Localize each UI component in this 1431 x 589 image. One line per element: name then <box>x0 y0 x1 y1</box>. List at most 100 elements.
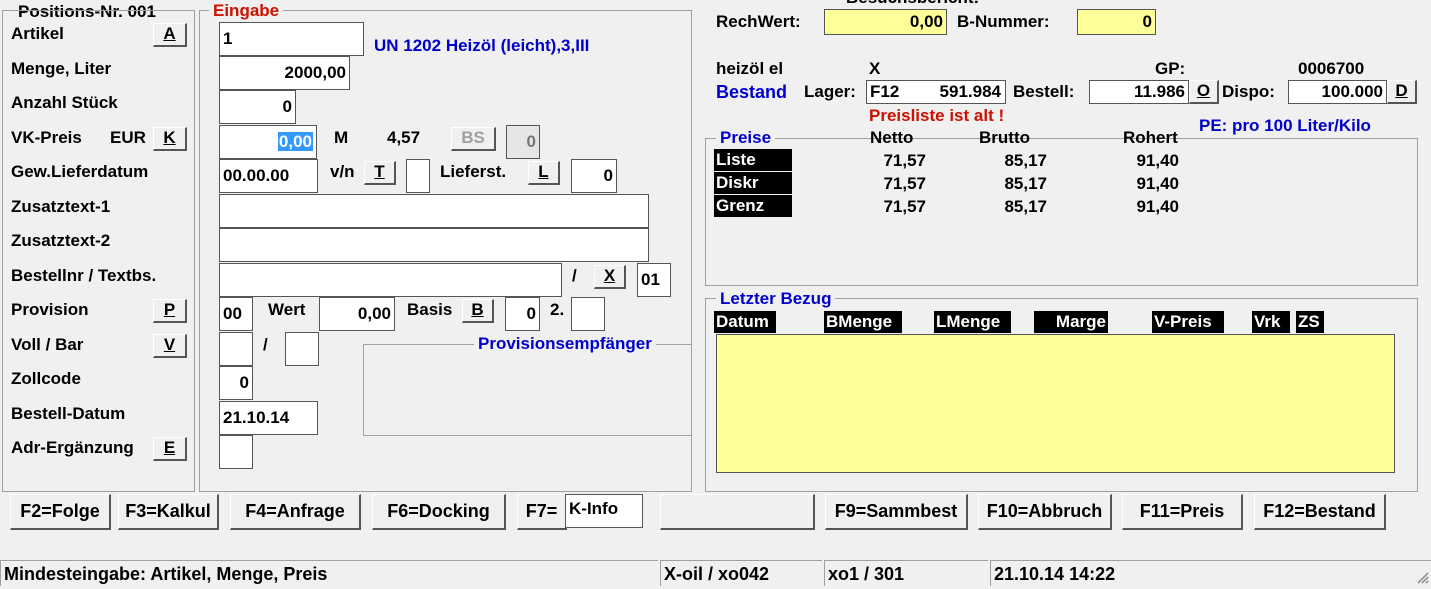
zusatztext-2-input[interactable] <box>219 228 649 262</box>
gp-label: GP: <box>1155 59 1186 78</box>
status-hint: Mindesteingabe: Artikel, Menge, Preis <box>0 560 658 586</box>
provision-input[interactable]: 00 <box>219 297 253 331</box>
f7-button[interactable]: F7= <box>517 494 567 530</box>
bnummer-input[interactable]: 0 <box>1077 9 1156 35</box>
basis-label: Basis <box>407 300 453 319</box>
blank-function-button[interactable] <box>660 494 815 530</box>
provisionsempfaenger-frame <box>363 344 692 436</box>
preise-grenz-netto: 71,57 <box>883 197 926 216</box>
artikel-lookup-button[interactable]: A <box>153 23 187 47</box>
preise-diskr-rohert: 91,40 <box>1136 174 1179 193</box>
bezug-col-vpreis: V-Preis <box>1152 311 1224 333</box>
bezug-col-lmenge: LMenge <box>934 311 1011 333</box>
artikel-input[interactable]: 1 <box>219 22 364 56</box>
m-label: M <box>334 128 349 147</box>
label-zusatztext-2: Zusatztext-2 <box>11 231 111 250</box>
zusatztext-1-input[interactable] <box>219 194 649 228</box>
bestell-label: Bestell: <box>1013 82 1075 101</box>
x-button[interactable]: X <box>594 265 626 289</box>
zollcode-input[interactable]: 0 <box>219 366 253 400</box>
bestelldatum-input[interactable]: 21.10.14 <box>219 401 318 435</box>
vkpreis-calc-button[interactable]: K <box>153 127 187 151</box>
bestellnr-suffix-input[interactable]: 01 <box>637 263 671 297</box>
label-bestellnr: Bestellnr / Textbs. <box>11 266 157 285</box>
provision-button[interactable]: P <box>153 299 187 323</box>
preise-row-liste: Liste <box>714 149 792 171</box>
f11-preis-button[interactable]: F11=Preis <box>1122 494 1243 530</box>
product-name: heizöl el <box>716 59 784 78</box>
bs-input[interactable]: 0 <box>506 125 540 159</box>
label-artikel: Artikel <box>11 24 64 43</box>
f2-folge-button[interactable]: F2=Folge <box>10 494 111 530</box>
label-bestelldatum: Bestell-Datum <box>11 404 126 423</box>
vollbar-input-1[interactable] <box>219 332 253 366</box>
o-button[interactable]: O <box>1189 80 1219 104</box>
vollbar-button[interactable]: V <box>153 334 187 358</box>
bezug-col-zs: ZS <box>1296 311 1324 333</box>
letzter-bezug-title: Letzter Bezug <box>716 289 836 309</box>
product-x-mark: X <box>869 59 881 78</box>
vollbar-slash: / <box>263 335 268 354</box>
f6-docking-button[interactable]: F6=Docking <box>372 494 506 530</box>
status-system: X-oil / xo042 <box>660 560 822 586</box>
provisionsempfaenger-title: Provisionsempfänger <box>474 334 656 354</box>
preise-header-brutto: Brutto <box>979 128 1030 147</box>
resize-grip-icon[interactable] <box>1413 568 1429 584</box>
f9-sammbest-button[interactable]: F9=Sammbest <box>825 494 968 530</box>
basis-button[interactable]: B <box>462 299 494 323</box>
rechwert-input[interactable]: 0,00 <box>824 9 947 35</box>
letzter-bezug-list[interactable] <box>716 334 1395 473</box>
lieferst-label: Lieferst. <box>440 162 507 181</box>
l-button[interactable]: L <box>528 161 560 185</box>
label-vkpreis: VK-Preis <box>11 128 82 147</box>
lager-value: 591.984 <box>939 82 1001 101</box>
preise-title: Preise <box>716 128 776 148</box>
f7-kinfo-field[interactable]: K-Info <box>565 494 643 528</box>
vkpreis-input[interactable]: 0,00 <box>219 125 317 159</box>
preisliste-alt-warning: Preisliste ist alt ! <box>869 106 1005 125</box>
wert-input[interactable]: 0,00 <box>319 297 395 331</box>
f12-bestand-button[interactable]: F12=Bestand <box>1254 494 1386 530</box>
f4-anfrage-button[interactable]: F4=Anfrage <box>230 494 361 530</box>
gp-value: 0006700 <box>1298 59 1365 78</box>
vollbar-input-2[interactable] <box>285 332 319 366</box>
label-zollcode: Zollcode <box>11 369 81 388</box>
vkpreis-selected-value: 0,00 <box>277 132 313 151</box>
label-adrergaenzung: Adr-Ergänzung <box>11 438 134 457</box>
bestellnr-input[interactable] <box>219 263 562 297</box>
label-zusatztext-1: Zusatztext-1 <box>11 197 111 216</box>
artikel-description: UN 1202 Heizöl (leicht),3,III <box>374 36 590 55</box>
preise-row-diskr: Diskr <box>714 172 792 194</box>
preise-grenz-rohert: 91,40 <box>1136 197 1179 216</box>
label-menge: Menge, Liter <box>11 59 112 78</box>
adrergaenzung-input[interactable] <box>219 435 253 469</box>
bezug-col-datum: Datum <box>714 311 776 333</box>
anzahl-input[interactable]: 0 <box>219 90 296 124</box>
status-datetime: 21.10.14 14:22 <box>990 560 1431 586</box>
d-button[interactable]: D <box>1387 80 1417 104</box>
two-input[interactable] <box>571 297 605 331</box>
bezug-col-bmenge: BMenge <box>824 311 902 333</box>
label-provision: Provision <box>11 300 89 319</box>
lieferdatum-input[interactable]: 00.00.00 <box>219 159 318 193</box>
preise-liste-rohert: 91,40 <box>1136 151 1179 170</box>
preise-header-rohert: Rohert <box>1123 128 1178 147</box>
preise-grenz-brutto: 85,17 <box>1004 197 1047 216</box>
label-currency: EUR <box>110 128 146 147</box>
f3-kalkul-button[interactable]: F3=Kalkul <box>118 494 219 530</box>
adr-ergaenzung-button[interactable]: E <box>153 437 187 461</box>
label-anzahl: Anzahl Stück <box>11 93 118 112</box>
bestell-value: 11.986 <box>1089 80 1189 104</box>
basis-input[interactable]: 0 <box>505 297 540 331</box>
f10-abbruch-button[interactable]: F10=Abbruch <box>978 494 1112 530</box>
lager-field: F12 591.984 <box>866 80 1006 104</box>
pe-label: PE: pro 100 Liter/Kilo <box>1199 116 1371 135</box>
bs-button[interactable]: BS <box>451 127 496 151</box>
menge-input[interactable]: 2000,00 <box>219 56 350 90</box>
label-vollbar: Voll / Bar <box>11 335 84 354</box>
vn-input[interactable] <box>406 159 430 193</box>
lieferst-input[interactable]: 0 <box>571 159 617 193</box>
dispo-label: Dispo: <box>1222 82 1275 101</box>
bestellnr-slash: / <box>572 266 577 285</box>
t-button[interactable]: T <box>364 161 396 185</box>
